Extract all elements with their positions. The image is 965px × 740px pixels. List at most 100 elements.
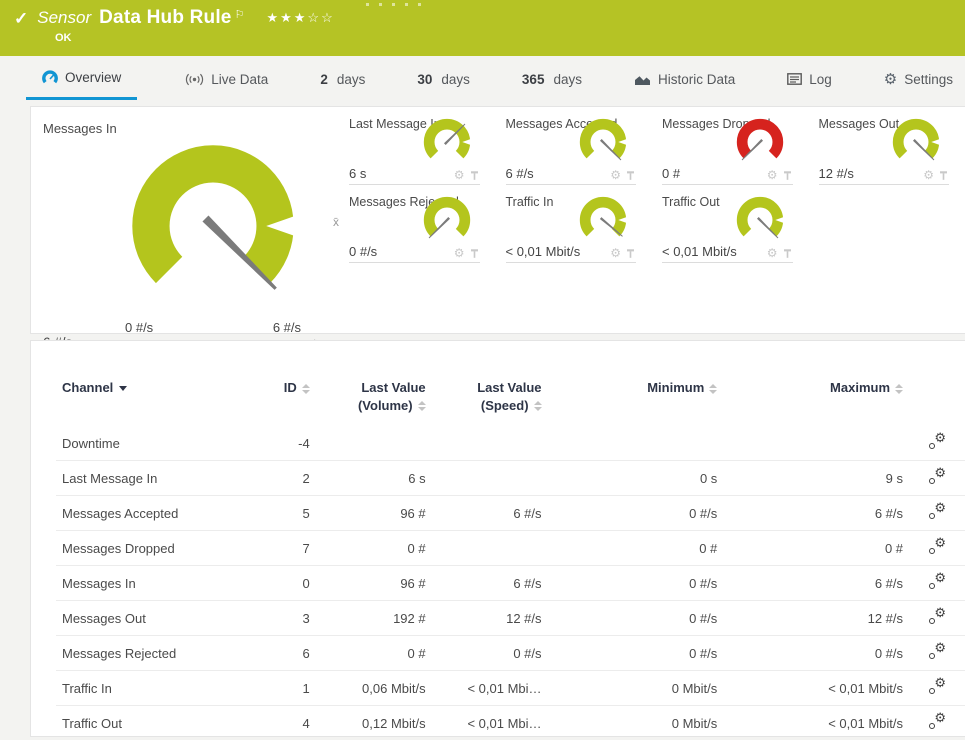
gauge-settings-icon[interactable]: ⚙ xyxy=(454,247,465,259)
pin-icon[interactable] xyxy=(469,248,480,259)
channel-name-cell[interactable]: Traffic Out xyxy=(56,705,252,740)
table-row[interactable]: Messages Dropped 7 0 # 0 # 0 # ⚙ xyxy=(56,530,965,566)
channel-settings-icon[interactable]: ⚙ xyxy=(928,641,946,660)
table-row[interactable]: Last Message In 2 6 s 0 s 9 s ⚙ xyxy=(56,460,965,496)
gauge-settings-icon[interactable]: ⚙ xyxy=(767,169,778,181)
pin-icon[interactable] xyxy=(469,170,480,181)
last-value-speed-cell: 0 #/s xyxy=(431,635,548,671)
gauge-settings-icon[interactable]: ⚙ xyxy=(454,169,465,181)
tab-live-data[interactable]: Live Data xyxy=(181,58,272,100)
tab-settings[interactable]: ⚙ Settings xyxy=(880,58,957,100)
maximum-cell: 12 #/s xyxy=(723,600,910,636)
channel-settings-icon[interactable]: ⚙ xyxy=(928,711,946,730)
area-chart-icon xyxy=(634,73,651,86)
last-value-volume-cell: 96 # xyxy=(315,565,432,601)
table-row[interactable]: Traffic In 1 0,06 Mbit/s < 0,01 Mbi… 0 M… xyxy=(56,670,965,706)
channel-settings-icon[interactable]: ⚙ xyxy=(928,466,946,485)
traffic-in-gauge xyxy=(574,193,632,247)
tab-2-days[interactable]: 2 days xyxy=(316,58,369,100)
gauge-card-messages-dropped: Messages Dropped 0 # ⚙ xyxy=(662,113,793,185)
channel-settings-icon[interactable]: ⚙ xyxy=(928,676,946,695)
gauge-card-traffic-in: Traffic In < 0,01 Mbit/s ⚙ xyxy=(505,191,636,263)
channel-id-cell: 5 xyxy=(251,495,316,531)
channel-name-cell[interactable]: Downtime xyxy=(56,426,252,461)
header-id[interactable]: ID xyxy=(252,375,316,426)
last-value-volume-cell: 0,06 Mbit/s xyxy=(315,670,432,706)
pin-icon[interactable] xyxy=(938,170,949,181)
channel-name-cell[interactable]: Messages Out xyxy=(56,600,252,636)
tab-historic-data[interactable]: Historic Data xyxy=(630,58,739,100)
settings-gear-icon: ⚙ xyxy=(883,70,898,88)
gauge-settings-icon[interactable]: ⚙ xyxy=(610,247,621,259)
flag-icon[interactable]: ⚐ xyxy=(235,8,245,21)
channel-settings-icon[interactable]: ⚙ xyxy=(928,606,946,625)
gauge-value: < 0,01 Mbit/s xyxy=(505,244,581,259)
last-value-speed-cell xyxy=(431,530,548,566)
table-row[interactable]: Messages Rejected 6 0 # 0 #/s 0 #/s 0 #/… xyxy=(56,635,965,671)
tab-365-days-label: days xyxy=(553,71,582,87)
maximum-cell: 9 s xyxy=(723,460,910,496)
maximum-cell: 6 #/s xyxy=(723,565,910,601)
tab-live-data-label: Live Data xyxy=(211,71,269,87)
tab-30-days[interactable]: 30 days xyxy=(413,58,474,100)
header-maximum[interactable]: Maximum xyxy=(723,375,909,426)
channel-id-cell: 7 xyxy=(251,530,316,566)
tab-log-label: Log xyxy=(809,71,832,87)
header-actions xyxy=(909,375,965,426)
tab-overview[interactable]: Overview xyxy=(26,58,138,100)
pin-icon[interactable] xyxy=(625,248,636,259)
last-value-speed-cell: < 0,01 Mbi… xyxy=(431,670,548,706)
channel-id-cell: 2 xyxy=(251,460,316,496)
last-value-volume-cell xyxy=(316,426,432,461)
priority-stars[interactable]: ★★★☆☆ xyxy=(266,10,334,26)
last-value-speed-cell: 12 #/s xyxy=(431,600,548,636)
pin-icon[interactable] xyxy=(782,170,793,181)
maximum-cell: 6 #/s xyxy=(723,495,910,531)
channel-name-cell[interactable]: Messages In xyxy=(56,565,252,601)
channel-settings-icon[interactable]: ⚙ xyxy=(928,571,946,590)
tab-2-days-number: 2 xyxy=(320,71,328,87)
gauge-settings-icon[interactable]: ⚙ xyxy=(923,169,934,181)
gauge-card-messages-in: Messages In x̄ 0 #/s 6 #/s 6 #/s ⚙ xyxy=(43,113,339,355)
channel-name-cell[interactable]: Messages Dropped xyxy=(56,530,252,566)
table-row[interactable]: Traffic Out 4 0,12 Mbit/s < 0,01 Mbi… 0 … xyxy=(56,705,965,740)
minimum-cell xyxy=(548,426,724,461)
channel-id-cell: 6 xyxy=(251,635,316,671)
tab-settings-label: Settings xyxy=(904,71,954,87)
tab-log[interactable]: Log xyxy=(783,58,836,100)
gauge-value: 0 # xyxy=(662,166,681,181)
header-last-value-volume[interactable]: Last Value (Volume) xyxy=(316,375,432,426)
pin-icon[interactable] xyxy=(625,170,636,181)
channel-name-cell[interactable]: Last Message In xyxy=(56,460,252,496)
channel-settings-icon[interactable]: ⚙ xyxy=(928,431,946,450)
sort-icon xyxy=(417,401,426,412)
gauge-card-messages-out: Messages Out 12 #/s ⚙ xyxy=(818,113,949,185)
table-row[interactable]: Downtime -4 ⚙ xyxy=(56,426,965,461)
mean-marker-label: x̄ xyxy=(333,214,339,229)
table-row[interactable]: Messages In 0 96 # 6 #/s 0 #/s 6 #/s ⚙ xyxy=(56,565,965,601)
header-last-value-speed[interactable]: Last Value (Speed) xyxy=(432,375,548,426)
traffic-out-gauge xyxy=(731,193,789,247)
channel-name-cell[interactable]: Messages Accepted xyxy=(56,495,252,531)
minimum-cell: 0 #/s xyxy=(547,600,724,636)
table-row[interactable]: Messages Accepted 5 96 # 6 #/s 0 #/s 6 #… xyxy=(56,495,965,531)
header-faint-dots xyxy=(366,3,421,6)
last-value-volume-cell: 0 # xyxy=(315,530,432,566)
tab-bar: Overview Live Data 2 days 30 days 365 da… xyxy=(0,58,965,100)
header-channel[interactable]: Channel xyxy=(56,375,252,426)
table-row[interactable]: Messages Out 3 192 # 12 #/s 0 #/s 12 #/s… xyxy=(56,600,965,636)
maximum-cell: 0 # xyxy=(723,530,910,566)
header-minimum[interactable]: Minimum xyxy=(548,375,724,426)
pin-icon[interactable] xyxy=(782,248,793,259)
gauge-settings-icon[interactable]: ⚙ xyxy=(610,169,621,181)
channel-settings-icon[interactable]: ⚙ xyxy=(928,536,946,555)
gauge-settings-icon[interactable]: ⚙ xyxy=(767,247,778,259)
tab-365-days[interactable]: 365 days xyxy=(518,58,586,100)
gauge-scale: 0 #/s 6 #/s xyxy=(99,320,327,335)
sort-desc-icon xyxy=(119,386,128,392)
channel-name-cell[interactable]: Traffic In xyxy=(56,670,252,706)
last-value-speed-cell xyxy=(432,426,548,461)
channel-settings-icon[interactable]: ⚙ xyxy=(928,501,946,520)
channel-name-cell[interactable]: Messages Rejected xyxy=(56,635,252,671)
last-value-volume-cell: 0,12 Mbit/s xyxy=(315,705,432,740)
